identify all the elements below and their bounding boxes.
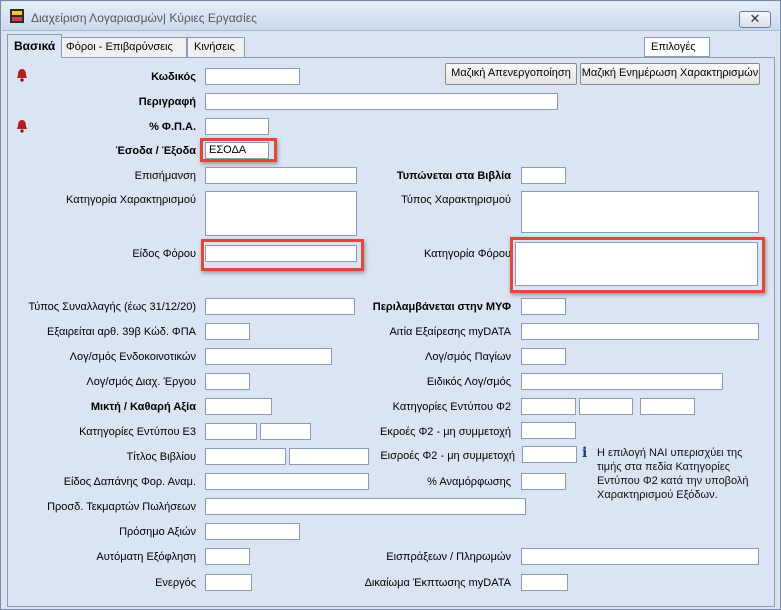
intra-community-input[interactable]: [205, 348, 332, 365]
sales-evidence-label: Προσδ. Τεκμαρτών Πωλήσεων: [47, 501, 196, 513]
f2-outflows-label: Εκροές Φ2 - μη συμμετοχή: [380, 426, 511, 438]
adjustment-pct-label: % Αναμόρφωσης: [427, 476, 511, 488]
tab-taxes-charges[interactable]: Φόροι - Επιβαρύνσεις: [59, 37, 187, 57]
book-title-2-input[interactable]: [289, 448, 369, 465]
auto-settlement-label: Αυτόματη Εξόφληση: [96, 551, 196, 563]
window-title: Διαχείριση Λογαριασμών| Κύριες Εργασίες: [31, 11, 257, 25]
e3-categories-label: Κατηγορίες Εντύπου Ε3: [79, 426, 196, 438]
adjustment-pct-input[interactable]: [521, 473, 566, 490]
printed-books-label: Τυπώνεται στα Βιβλία: [396, 170, 511, 182]
receipts-payments-input[interactable]: [521, 548, 759, 565]
mass-deactivate-button[interactable]: Μαζική Απενεργοποίηση: [445, 63, 577, 85]
required-bell-icon: [17, 69, 27, 82]
fixed-assets-label: Λογ/σμός Παγίων: [425, 351, 511, 363]
tax-category-label: Κατηγορία Φόρου: [423, 248, 511, 260]
exempt-reason-input[interactable]: [521, 323, 759, 340]
vat-label: % Φ.Π.Α.: [149, 121, 196, 133]
receipts-payments-label: Εισπράξεων / Πληρωμών: [386, 551, 511, 563]
active-input[interactable]: [205, 574, 252, 591]
info-note: Η επιλογή ΝΑΙ υπερισχύει της τιμής στα π…: [597, 447, 749, 501]
expense-kind-input[interactable]: [205, 473, 369, 490]
code-input[interactable]: [205, 68, 300, 85]
expense-kind-label: Είδος Δαπάνης Φορ. Αναμ.: [63, 476, 196, 488]
value-sign-input[interactable]: [205, 523, 300, 540]
book-title-1-input[interactable]: [205, 448, 286, 465]
app-icon: [10, 9, 24, 23]
tab-basic[interactable]: Βασικά: [7, 34, 63, 58]
fixed-assets-input[interactable]: [521, 348, 566, 365]
f2-outflows-input[interactable]: [521, 422, 576, 439]
deduction-right-label: Δικαίωμα Έκπτωσης myDATA: [364, 577, 511, 589]
active-label: Ενεργός: [155, 577, 196, 589]
book-title-label: Τίτλος Βιβλίου: [126, 451, 196, 463]
vat-input[interactable]: [205, 118, 269, 135]
account-management-window: Διαχείριση Λογαριασμών| Κύριες Εργασίες …: [0, 0, 781, 610]
char-type-label: Τύπος Χαρακτηρισμού: [401, 194, 511, 206]
f2-category-1-input[interactable]: [521, 398, 576, 415]
char-type-input[interactable]: [521, 191, 759, 233]
highlight-tax-category: [510, 237, 765, 293]
sales-evidence-input[interactable]: [205, 498, 526, 515]
mass-update-characterizations-button[interactable]: Μαζική Ενημέρωση Χαρακτηρισμών: [580, 63, 760, 85]
tab-transactions[interactable]: Κινήσεις: [187, 37, 245, 57]
required-bell-icon: [17, 120, 27, 133]
mark-input[interactable]: [205, 167, 357, 184]
title-bar: Διαχείριση Λογαριασμών| Κύριες Εργασίες …: [2, 2, 779, 31]
e3-category-2-input[interactable]: [260, 423, 311, 440]
info-icon: i: [582, 445, 588, 461]
highlight-tax-kind: [201, 239, 364, 271]
printed-books-input[interactable]: [521, 167, 566, 184]
f2-category-2-input[interactable]: [579, 398, 633, 415]
f2-category-3-input[interactable]: [640, 398, 695, 415]
intra-community-label: Λογ/σμός Ενδοκοινοτικών: [69, 351, 196, 363]
gross-net-input[interactable]: [205, 398, 272, 415]
included-myf-label: Περιλαμβάνεται στην ΜΥΦ: [372, 301, 511, 313]
work-management-label: Λογ/σμός Διαχ. Έργου: [86, 376, 196, 388]
transaction-type-label: Τύπος Συναλλαγής (έως 31/12/20): [28, 301, 196, 313]
mark-label: Επισήμανση: [134, 170, 196, 182]
exempt-39b-input[interactable]: [205, 323, 250, 340]
gross-net-label: Μικτή / Καθαρή Αξία: [90, 401, 196, 413]
included-myf-input[interactable]: [521, 298, 566, 315]
value-sign-label: Πρόσημο Αξιών: [119, 526, 196, 538]
auto-settlement-input[interactable]: [205, 548, 250, 565]
work-management-input[interactable]: [205, 373, 250, 390]
f2-inflows-input[interactable]: [522, 446, 577, 463]
special-account-label: Ειδικός Λογ/σμός: [426, 376, 511, 388]
special-account-input[interactable]: [521, 373, 723, 390]
char-category-label: Κατηγορία Χαρακτηρισμού: [66, 194, 196, 206]
char-category-input[interactable]: [205, 191, 357, 236]
e3-category-1-input[interactable]: [205, 423, 257, 440]
tax-kind-label: Είδος Φόρου: [132, 248, 196, 260]
description-input[interactable]: [205, 93, 558, 110]
close-button[interactable]: ✕: [739, 11, 771, 28]
f2-categories-label: Κατηγορίες Εντύπου Φ2: [392, 401, 511, 413]
deduction-right-input[interactable]: [521, 574, 568, 591]
income-expense-label: Έσοδα / Έξοδα: [115, 145, 196, 157]
transaction-type-input[interactable]: [205, 298, 355, 315]
highlight-income-expense: [200, 138, 277, 162]
description-label: Περιγραφή: [138, 96, 196, 108]
f2-inflows-label: Εισροές Φ2 - μη συμμετοχή: [380, 450, 515, 462]
exempt-39b-label: Εξαιρείται αρθ. 39β Κώδ. ΦΠΑ: [47, 326, 196, 338]
exempt-reason-label: Αιτία Εξαίρεσης myDATA: [389, 326, 511, 338]
options-dropdown[interactable]: Επιλογές: [644, 37, 710, 57]
code-label: Κωδικός: [151, 71, 196, 83]
